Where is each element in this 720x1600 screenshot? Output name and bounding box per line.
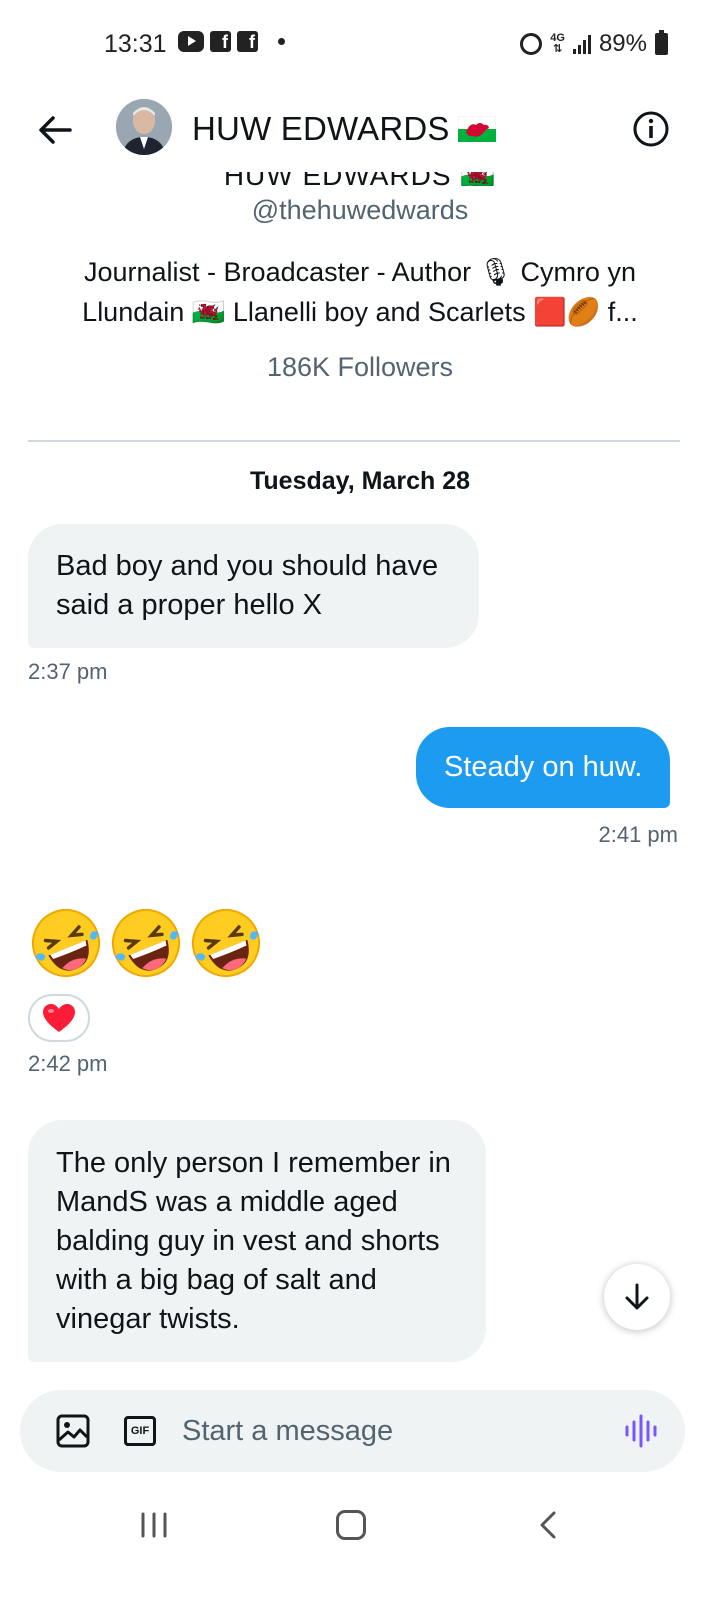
- voice-waveform-icon: [625, 1414, 657, 1448]
- status-time: 13:31: [104, 30, 167, 58]
- more-notifications-icon: [278, 38, 285, 45]
- message-timestamp: 2:42 pm: [28, 1051, 108, 1076]
- system-navigation-bar: [0, 1480, 720, 1600]
- reaction-badge[interactable]: [28, 994, 90, 1042]
- battery-percent: 89%: [598, 30, 647, 57]
- battery-icon: [655, 30, 668, 55]
- system-back-button[interactable]: [536, 1510, 560, 1540]
- message-bubble-incoming[interactable]: The only person I remember in MandS was …: [28, 1120, 486, 1362]
- chevron-left-icon: [540, 1511, 556, 1539]
- avatar-image: [116, 99, 172, 155]
- arrow-down-icon: [625, 1283, 649, 1310]
- divider: [28, 440, 680, 442]
- message-timestamp: 2:37 pm: [28, 659, 108, 684]
- recent-apps-button[interactable]: [140, 1512, 168, 1538]
- message-emoji-only[interactable]: [28, 905, 264, 981]
- arrow-left-icon: [39, 116, 72, 144]
- scroll-to-bottom-button[interactable]: [604, 1264, 670, 1330]
- status-bar: 13:31 f f 4G ⇅ 89%: [0, 0, 720, 88]
- home-button[interactable]: [336, 1510, 366, 1540]
- profile-name-clipped: HUW EDWARDS 🏴󠁧󠁢󠁷󠁬󠁳󠁿: [0, 172, 720, 186]
- message-timestamp: 2:41 pm: [598, 822, 679, 847]
- followers-count[interactable]: 186K Followers: [0, 352, 720, 383]
- bio-line: Journalist - Broadcaster - Author 🎙 Cymr…: [84, 257, 636, 287]
- alarm-icon: [520, 33, 543, 55]
- signal-icon: [572, 34, 591, 54]
- gif-label: GIF: [130, 1425, 150, 1437]
- message-bubble-incoming[interactable]: Bad boy and you should have said a prope…: [28, 524, 479, 648]
- message-text: The only person I remember in MandS was …: [56, 1147, 451, 1335]
- message-text: Bad boy and you should have said a prope…: [56, 550, 439, 621]
- gif-button[interactable]: GIF: [124, 1416, 156, 1446]
- message-text: Steady on huw.: [444, 751, 643, 783]
- rolling-laughing-emoji-icon: [31, 909, 100, 977]
- image-icon: [56, 1414, 90, 1448]
- rolling-laughing-emoji-icon: [192, 909, 260, 977]
- profile-handle[interactable]: @thehuwedwards: [0, 195, 720, 226]
- voice-message-button[interactable]: [623, 1414, 659, 1448]
- rolling-laughing-emoji-icon: [112, 909, 180, 977]
- message-input[interactable]: [182, 1406, 602, 1456]
- conversation-header: HUW EDWARDS: [0, 88, 720, 172]
- contact-name-text: HUW EDWARDS: [192, 110, 450, 147]
- profile-bio: Journalist - Broadcaster - Author 🎙 Cymr…: [40, 252, 680, 332]
- message-composer: GIF: [20, 1390, 685, 1472]
- network-type: 4G ⇅: [550, 32, 565, 55]
- facebook-icon: f: [210, 31, 231, 52]
- recent-apps-icon: [141, 1512, 167, 1538]
- add-image-button[interactable]: [56, 1414, 90, 1448]
- youtube-icon: [178, 31, 204, 52]
- contact-name[interactable]: HUW EDWARDS: [192, 110, 496, 148]
- info-button[interactable]: [632, 110, 670, 148]
- wales-flag-icon: [457, 116, 496, 142]
- back-button[interactable]: [34, 108, 78, 152]
- info-icon: [633, 111, 669, 147]
- facebook-icon: f: [237, 31, 258, 52]
- date-separator: Tuesday, March 28: [250, 467, 470, 495]
- message-bubble-outgoing[interactable]: Steady on huw.: [416, 727, 671, 808]
- bio-line: Llundain 🏴󠁧󠁢󠁷󠁬󠁳󠁿 Llanelli boy and Scarle…: [82, 297, 638, 327]
- heart-icon: [43, 1004, 75, 1032]
- avatar[interactable]: [116, 99, 172, 155]
